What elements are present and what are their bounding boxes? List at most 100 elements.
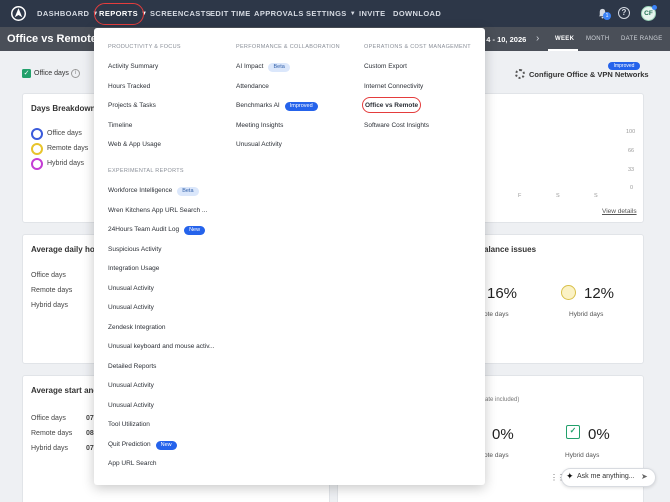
sparkle-icon: ✦ (566, 471, 574, 481)
menu-item-unusual-activity[interactable]: Unusual Activity (108, 402, 154, 409)
remote-days-percent: 16% (487, 285, 518, 302)
menu-item-label: Benchmarks AI (236, 102, 280, 109)
avg-start-remote-value: 08 (86, 430, 94, 437)
menu-item-label: AI Impact (236, 63, 264, 70)
beta-badge: Beta (268, 63, 290, 72)
nav-invite[interactable]: INVITE (359, 9, 386, 18)
smiley-icon (561, 285, 576, 300)
y-tick: 100 (626, 129, 636, 135)
new-badge: New (155, 441, 177, 450)
improved-badge: Improved (284, 102, 318, 111)
nav-dashboard-label: DASHBOARD (37, 9, 90, 18)
info-icon[interactable]: i (71, 69, 80, 78)
reports-highlight-ring (94, 3, 144, 25)
legend-hybrid-label: Hybrid days (47, 160, 84, 167)
app-logo-icon[interactable] (11, 6, 26, 21)
avg-daily-office-label: Office days (31, 272, 66, 279)
balance-issues-title: alance issues (484, 245, 537, 254)
menu-item-projects-tasks[interactable]: Projects & Tasks (108, 102, 156, 109)
menu-item-unusual-activity[interactable]: Unusual Activity (108, 304, 154, 311)
bottom-right-note: ate included) (485, 397, 520, 403)
y-tick: 33 (628, 167, 635, 173)
chevron-right-icon[interactable]: › (536, 33, 539, 44)
bottom-remote-label: ote days (484, 452, 509, 459)
section-heading-performance: PERFORMANCE & COLLABORATION (236, 44, 340, 50)
avg-daily-hours-title: Average daily hour (31, 245, 103, 254)
legend-remote-icon (31, 143, 43, 155)
avg-start-office-value: 07 (86, 415, 94, 422)
menu-item-benchmarks-ai[interactable]: Benchmarks AI Improved (236, 102, 318, 111)
menu-item-internet-connectivity[interactable]: Internet Connectivity (364, 83, 423, 90)
send-icon[interactable]: ➤ (641, 472, 648, 481)
nav-settings-label: SETTINGS (306, 9, 347, 18)
nav-settings[interactable]: SETTINGS ▼ (306, 9, 356, 18)
menu-item-24hours-team-audit-log[interactable]: 24Hours Team Audit Log New (108, 226, 206, 235)
avg-start-office-label: Office days (31, 415, 66, 422)
office-days-checkbox[interactable]: ✓ (22, 69, 31, 78)
menu-item-ai-impact[interactable]: AI Impact Beta (236, 63, 290, 72)
x-tick: S (594, 193, 598, 199)
legend-office-icon (31, 128, 43, 140)
legend-remote-label: Remote days (47, 145, 89, 152)
remote-days-label: ote days (484, 311, 509, 318)
menu-item-app-url-search[interactable]: App URL Search (108, 460, 157, 467)
avg-start-end-title: Average start and (31, 386, 99, 395)
bottom-hybrid-percent: 0% (588, 426, 610, 443)
office-days-checkbox-label: Office days (34, 70, 69, 77)
view-details-link[interactable]: View details (602, 208, 637, 215)
tab-week[interactable]: WEEK (555, 36, 574, 42)
menu-item-meeting-insights[interactable]: Meeting Insights (236, 122, 283, 129)
menu-item-software-cost-insights[interactable]: Software Cost Insights (364, 122, 429, 129)
section-heading-productivity: PRODUCTIVITY & FOCUS (108, 44, 181, 50)
new-badge: New (184, 226, 206, 235)
help-icon[interactable]: ? (618, 7, 630, 19)
avg-start-hybrid-value: 07 (86, 445, 94, 452)
menu-item-custom-export[interactable]: Custom Export (364, 63, 407, 70)
menu-item-workforce-intelligence[interactable]: Workforce Intelligence Beta (108, 187, 199, 196)
menu-item-zendesk-integration[interactable]: Zendesk Integration (108, 324, 165, 331)
avg-start-hybrid-label: Hybrid days (31, 445, 68, 452)
date-range[interactable]: y 4 - 10, 2026 (480, 35, 526, 44)
tab-month[interactable]: MONTH (586, 36, 610, 42)
section-heading-experimental: EXPERIMENTAL REPORTS (108, 168, 184, 174)
avg-daily-remote-label: Remote days (31, 287, 73, 294)
avg-daily-hybrid-label: Hybrid days (31, 302, 68, 309)
configure-networks-label: Configure Office & VPN Networks (529, 70, 649, 79)
menu-item-activity-summary[interactable]: Activity Summary (108, 63, 158, 70)
menu-item-unusual-activity[interactable]: Unusual Activity (108, 382, 154, 389)
menu-item-unusual-activity[interactable]: Unusual Activity (108, 285, 154, 292)
y-tick: 0 (630, 185, 634, 191)
x-tick: F (518, 193, 522, 199)
calendar-check-icon: ✓ (566, 425, 580, 439)
menu-item-hours-tracked[interactable]: Hours Tracked (108, 83, 150, 90)
hybrid-days-label: Hybrid days (569, 311, 604, 318)
menu-item-quit-prediction[interactable]: Quit Prediction New (108, 441, 177, 450)
notification-count-badge: 1 (603, 12, 611, 20)
menu-item-suspicious-activity[interactable]: Suspicious Activity (108, 246, 161, 253)
menu-item-label: Workforce Intelligence (108, 187, 173, 194)
page-title: Office vs Remote (7, 33, 97, 45)
menu-item-detailed-reports[interactable]: Detailed Reports (108, 363, 156, 370)
nav-dashboard[interactable]: DASHBOARD ▼ (37, 9, 99, 18)
menu-item-attendance[interactable]: Attendance (236, 83, 269, 90)
menu-item-timeline[interactable]: Timeline (108, 122, 132, 129)
nav-screencasts[interactable]: SCREENCASTS (150, 9, 211, 18)
menu-item-unusual-keyboard-mouse[interactable]: Unusual keyboard and mouse activ... (108, 343, 214, 350)
menu-item-integration-usage[interactable]: Integration Usage (108, 265, 159, 272)
ask-assistant-placeholder: Ask me anything... (577, 473, 635, 480)
menu-item-web-app-usage[interactable]: Web & App Usage (108, 141, 161, 148)
menu-item-unusual-activity[interactable]: Unusual Activity (236, 141, 282, 148)
office-vs-remote-highlight-ring (362, 97, 421, 113)
active-tab-underline (548, 49, 578, 51)
menu-item-tool-utilization[interactable]: Tool Utilization (108, 421, 150, 428)
nav-approvals[interactable]: APPROVALS (254, 9, 304, 18)
configure-networks-button[interactable]: Configure Office & VPN Networks (515, 69, 649, 79)
menu-item-wren-kitchens-url-search[interactable]: Wren Kitchens App URL Search ... (108, 207, 207, 214)
y-tick: 66 (628, 148, 635, 154)
avg-start-remote-label: Remote days (31, 430, 73, 437)
gear-icon (515, 69, 525, 79)
nav-edit-time[interactable]: EDIT TIME (210, 9, 251, 18)
nav-download[interactable]: DOWNLOAD (393, 9, 441, 18)
tab-date-range[interactable]: DATE RANGE (621, 36, 663, 42)
beta-badge: Beta (177, 187, 199, 196)
